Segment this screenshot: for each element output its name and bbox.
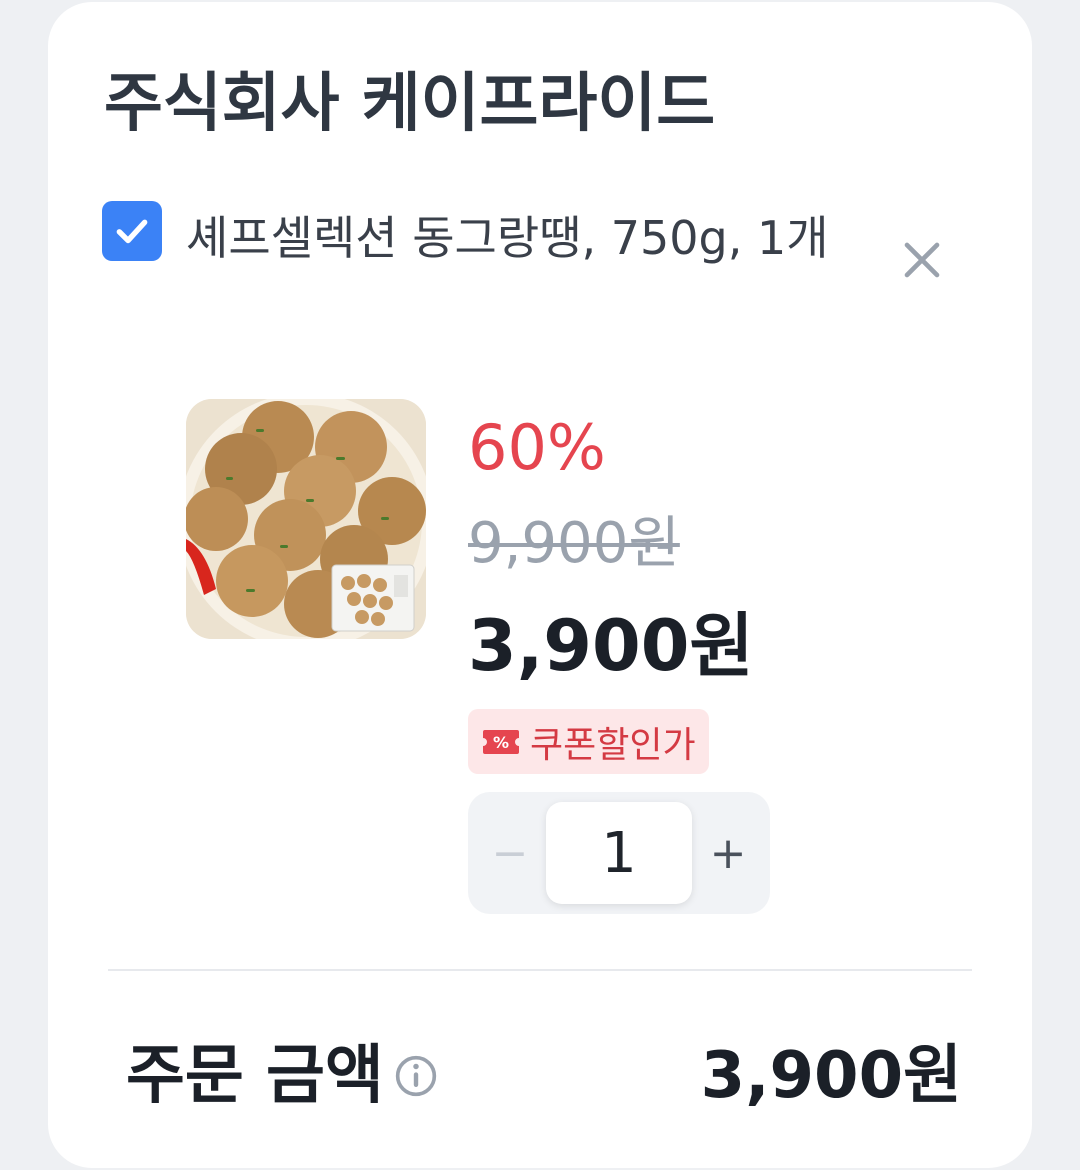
check-icon: [116, 219, 148, 244]
decrease-quantity-button[interactable]: −: [482, 818, 538, 888]
discount-rate: 60%: [468, 411, 606, 484]
increase-quantity-button[interactable]: +: [700, 818, 756, 888]
order-total-value: 3,900원: [700, 1039, 962, 1113]
coupon-icon-text: %: [493, 733, 509, 752]
original-price: 9,900원: [468, 511, 680, 576]
remove-item-button[interactable]: [894, 232, 950, 288]
sale-price: 3,900원: [468, 605, 754, 687]
divider: [108, 969, 972, 971]
coupon-badge: % 쿠폰할인가: [468, 709, 709, 774]
close-icon: [904, 242, 940, 278]
product-name[interactable]: 셰프셀렉션 동그랑땡, 750g, 1개: [186, 198, 856, 278]
quantity-input[interactable]: 1: [546, 802, 692, 904]
info-icon[interactable]: [394, 1054, 438, 1098]
quantity-stepper: − 1 +: [468, 792, 770, 914]
cart-seller-card: 주식회사 케이프라이드 셰프셀렉션 동그랑땡, 750g, 1개 60% 9,9…: [48, 2, 1032, 1168]
product-thumbnail[interactable]: [186, 399, 426, 639]
item-checkbox[interactable]: [102, 201, 162, 261]
order-total-label: 주문 금액: [126, 1039, 384, 1113]
coupon-icon: %: [483, 729, 519, 754]
coupon-label: 쿠폰할인가: [530, 724, 696, 766]
seller-name: 주식회사 케이프라이드: [104, 67, 716, 141]
